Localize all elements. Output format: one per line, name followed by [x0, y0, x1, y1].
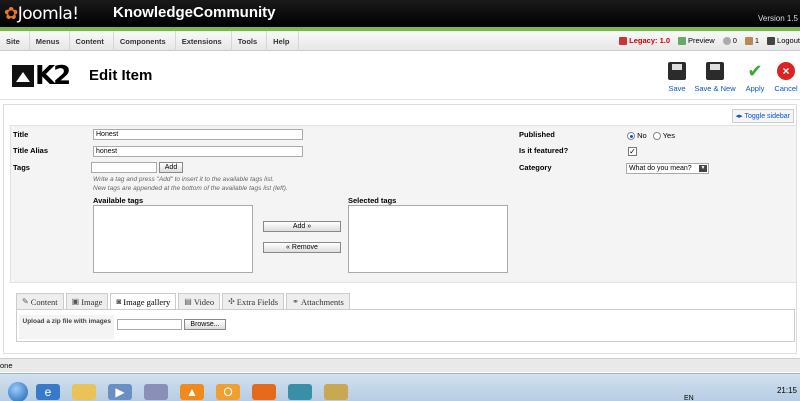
cancel-icon: ×: [777, 62, 795, 80]
image-icon: ▣: [71, 297, 80, 306]
video-icon: ▤: [184, 297, 192, 306]
title-alias-input[interactable]: honest: [93, 146, 303, 157]
selected-tags-list[interactable]: [348, 205, 508, 273]
menu-components[interactable]: Components: [114, 31, 176, 51]
flag-app-icon[interactable]: [144, 384, 168, 400]
published-no-radio[interactable]: [627, 132, 635, 141]
tags-help-line-2: New tags are appended at the bottom of t…: [93, 185, 288, 192]
explorer-window-icon[interactable]: [324, 384, 348, 400]
logo-text: Joomla!: [17, 4, 79, 24]
tab-content[interactable]: ✎ Content: [16, 293, 64, 309]
joomla-logo: ✿Joomla!: [4, 4, 79, 24]
menu-site[interactable]: Site: [0, 31, 30, 51]
menu-menus[interactable]: Menus: [30, 31, 70, 51]
toggle-sidebar-button[interactable]: ◂▸ Toggle sidebar: [731, 109, 794, 123]
menu-extensions[interactable]: Extensions: [176, 31, 232, 51]
ie-icon[interactable]: e: [36, 384, 60, 400]
logout-link[interactable]: Logout: [767, 36, 800, 45]
cancel-button[interactable]: × Cancel: [774, 62, 798, 93]
menu-help[interactable]: Help: [267, 31, 300, 51]
site-name: KnowledgeCommunity: [113, 4, 276, 21]
featured-label: Is it featured?: [519, 146, 569, 155]
tag-input[interactable]: [91, 162, 157, 173]
fields-icon: ✣: [228, 297, 235, 306]
users-icon: [744, 36, 753, 45]
gallery-file-input[interactable]: [117, 319, 182, 330]
messages-status[interactable]: 0: [722, 36, 737, 45]
published-yes-radio[interactable]: [652, 132, 661, 141]
title-alias-label: Title Alias: [13, 146, 49, 155]
pencil-icon: ✎: [22, 297, 29, 306]
clock[interactable]: 21:15: [777, 386, 797, 395]
available-tags-label: Available tags: [93, 196, 144, 205]
menu-tools[interactable]: Tools: [232, 31, 268, 51]
legacy-status: Legacy: 1.0: [619, 36, 670, 45]
windows-taskbar: e ▶ ▲ O EN 21:15: [0, 373, 800, 401]
browser-status-bar: one: [0, 358, 800, 372]
add-tag-button[interactable]: Add: [159, 162, 183, 173]
browse-button[interactable]: Browse...: [184, 319, 226, 330]
office-icon[interactable]: O: [216, 384, 240, 400]
firefox-icon[interactable]: [252, 384, 276, 400]
media-player-icon[interactable]: ▶: [108, 384, 132, 400]
selected-tags-label: Selected tags: [348, 196, 397, 205]
save-button[interactable]: Save: [664, 62, 690, 93]
category-label: Category: [519, 163, 552, 172]
title-input[interactable]: Honest: [93, 129, 303, 140]
folder-icon[interactable]: [72, 384, 96, 400]
published-options: No Yes: [627, 131, 675, 141]
gallery-icon: ◙: [116, 297, 122, 306]
category-select[interactable]: What do you mean? ▼: [626, 163, 709, 174]
item-tabs: ✎ Content ▣ Image ◙ Image gallery ▤ Video ✣ E…: [16, 293, 352, 309]
chevron-down-icon: ▼: [699, 165, 707, 172]
available-tags-list[interactable]: [93, 205, 253, 273]
page-title: Edit Item: [89, 67, 153, 84]
tab-extra-fields[interactable]: ✣ Extra Fields: [222, 293, 285, 309]
legacy-icon: [619, 36, 628, 45]
preview-icon: [678, 36, 687, 45]
tab-image[interactable]: ▣ Image: [65, 293, 109, 309]
save-new-icon: [706, 62, 724, 80]
preview-link[interactable]: Preview: [678, 36, 715, 45]
published-label: Published: [519, 130, 555, 139]
app-icon[interactable]: [288, 384, 312, 400]
title-label: Title: [13, 130, 29, 139]
language-indicator[interactable]: EN: [684, 395, 694, 401]
logout-icon: [767, 36, 776, 45]
page-header: K2 Edit Item Save Save & New ✔ Apply × Can…: [0, 52, 800, 100]
tab-video[interactable]: ▤ Video: [178, 293, 221, 309]
admin-header: ✿Joomla! KnowledgeCommunity Version 1.5: [0, 0, 800, 27]
joomla-icon: ✿: [4, 4, 18, 24]
menu-content[interactable]: Content: [70, 31, 114, 51]
tags-label: Tags: [13, 163, 30, 172]
apply-button[interactable]: ✔ Apply: [740, 62, 770, 93]
image-gallery-panel: Upload a zip file with images Browse...: [16, 309, 795, 342]
attachment-icon: ⚭: [292, 297, 299, 306]
remove-from-selected-button[interactable]: « Remove: [263, 242, 341, 253]
messages-icon: [722, 36, 731, 45]
tab-attachments[interactable]: ⚭ Attachments: [286, 293, 350, 309]
featured-checkbox[interactable]: ✓: [628, 147, 637, 156]
basic-fields: Title Honest Title Alias honest Tags Add…: [10, 125, 797, 283]
menu-bar: Site Menus Content Components Extensions…: [0, 31, 800, 51]
version-label: Version 1.5: [757, 14, 798, 23]
check-icon: ✔: [747, 61, 763, 81]
users-status[interactable]: 1: [744, 36, 759, 45]
save-icon: [668, 62, 686, 80]
k2-mountain-icon: [12, 65, 34, 87]
status-bar: Legacy: 1.0 Preview 0 1 Logout: [619, 36, 800, 45]
k2-logo: K2: [12, 61, 71, 91]
upload-zip-label: Upload a zip file with images: [19, 315, 114, 339]
add-to-selected-button[interactable]: Add »: [263, 221, 341, 232]
tab-image-gallery[interactable]: ◙ Image gallery: [110, 293, 177, 309]
save-new-button[interactable]: Save & New: [694, 62, 736, 93]
start-orb-icon[interactable]: [8, 382, 28, 401]
toolbar: Save Save & New ✔ Apply × Cancel: [660, 62, 798, 93]
vlc-icon[interactable]: ▲: [180, 384, 204, 400]
taskbar-apps: e ▶ ▲ O: [36, 384, 348, 400]
tags-help-line-1: Write a tag and press "Add" to insert it…: [93, 176, 274, 183]
